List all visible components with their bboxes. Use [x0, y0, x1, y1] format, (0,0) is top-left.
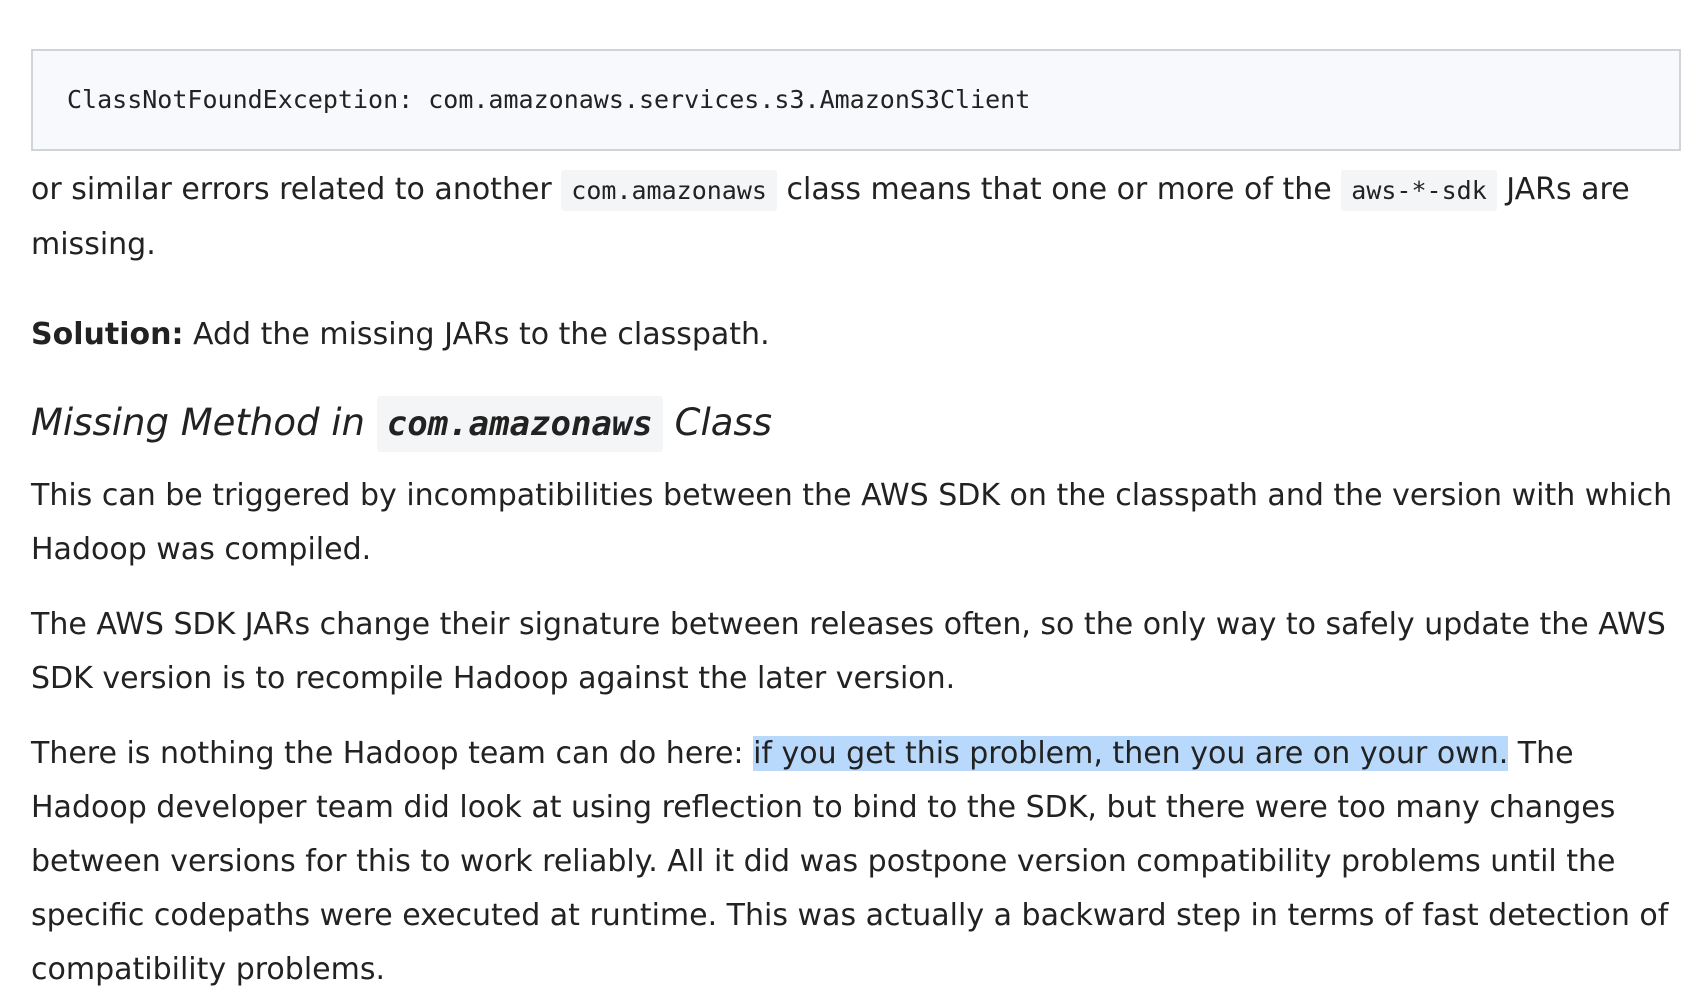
- paragraph-nothing-to-do: There is nothing the Hadoop team can do …: [31, 727, 1681, 997]
- paragraph-text: or similar errors related to another: [31, 172, 562, 207]
- section-heading: Missing Method in com.amazonaws Class: [31, 395, 772, 452]
- inline-code: aws-*-sdk: [1341, 170, 1497, 211]
- paragraph-text: There is nothing the Hadoop team can do …: [31, 736, 754, 771]
- heading-text: Missing Method in: [31, 401, 377, 444]
- solution-label: Solution:: [31, 317, 184, 352]
- paragraph-text: Add the missing JARs to the classpath.: [183, 317, 770, 352]
- inline-code: com.amazonaws: [561, 170, 777, 211]
- selected-text[interactable]: if you get this problem, then you are on…: [753, 736, 1509, 771]
- paragraph-text: class means that one or more of the: [776, 172, 1342, 207]
- paragraph-incompatibilities: This can be triggered by incompatibiliti…: [31, 478, 1673, 567]
- heading-text: Class: [662, 401, 772, 444]
- paragraph-solution: Solution: Add the missing JARs to the cl…: [31, 308, 1681, 362]
- paragraph-text: The Hadoop developer team did look at us…: [31, 736, 1669, 987]
- paragraph-missing-jars: or similar errors related to another com…: [31, 163, 1681, 272]
- paragraph-sdk-signature: The AWS SDK JARs change their signature …: [31, 607, 1666, 696]
- code-block: ClassNotFoundException: com.amazonaws.se…: [31, 49, 1681, 151]
- inline-code: com.amazonaws: [376, 396, 663, 452]
- code-block-text: ClassNotFoundException: com.amazonaws.se…: [67, 85, 1031, 114]
